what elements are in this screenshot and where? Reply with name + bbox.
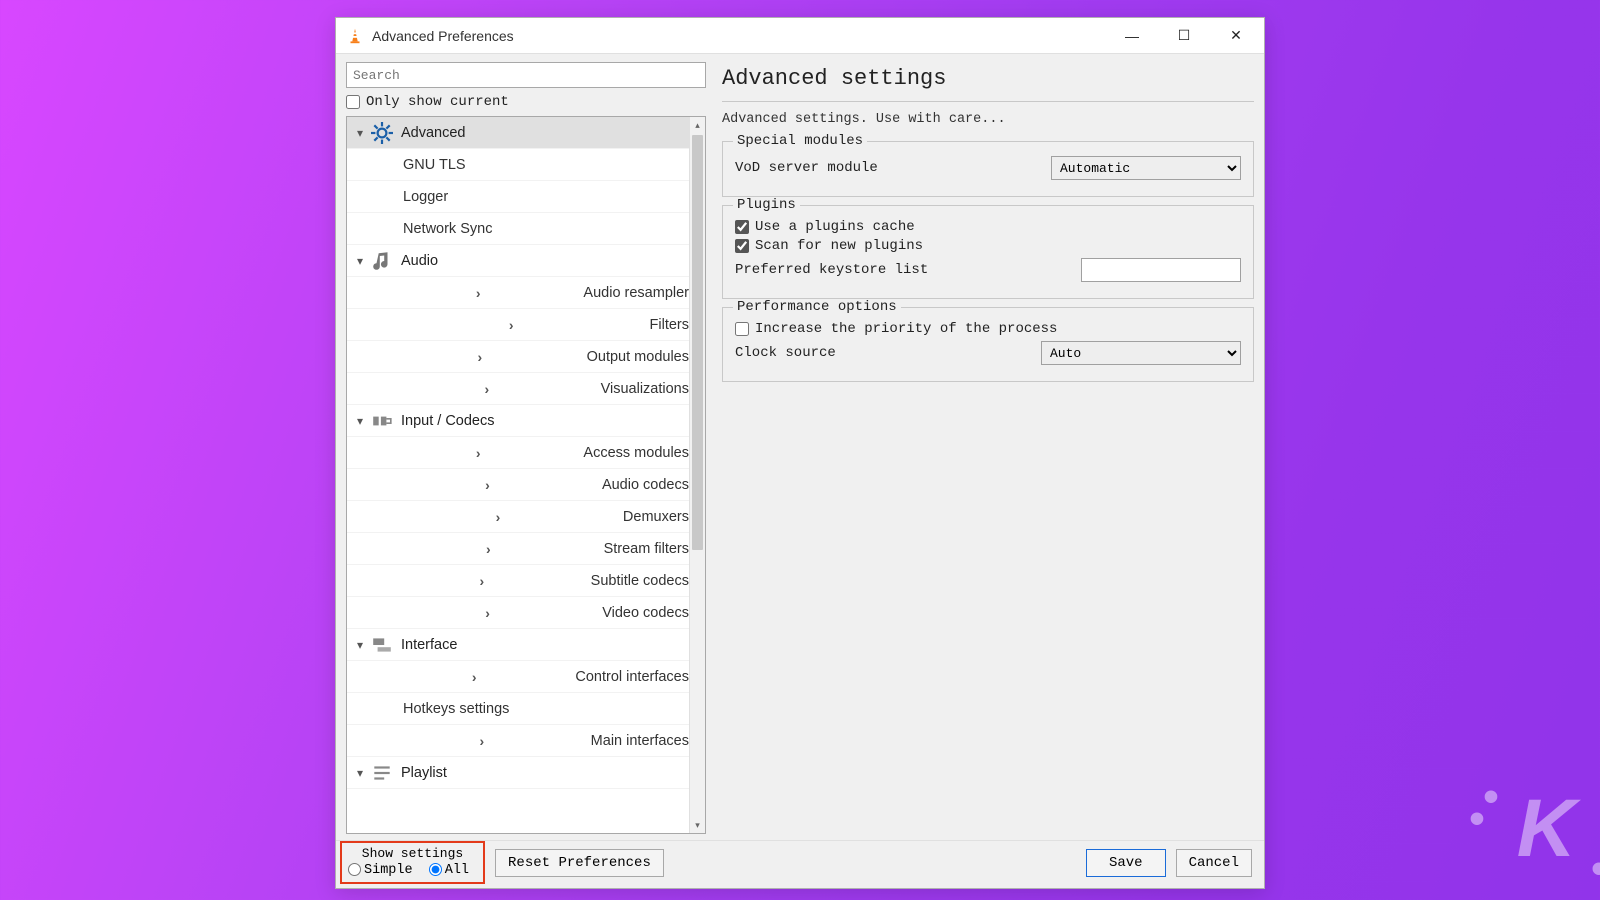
chevron-right-icon [377, 509, 619, 525]
left-panel: Only show current Advanced GNU TLS Logge… [346, 62, 706, 834]
show-settings-legend: Show settings [348, 846, 477, 861]
chevron-down-icon [353, 766, 367, 780]
only-show-current-checkbox[interactable]: Only show current [346, 94, 706, 110]
tree-item-subtitle-codecs[interactable]: Subtitle codecs [347, 565, 689, 597]
chk-plugins-cache[interactable] [735, 220, 749, 234]
group-plugins: Plugins Use a plugins cache Scan for new… [722, 205, 1254, 299]
tree-item-access-modules[interactable]: Access modules [347, 437, 689, 469]
search-input[interactable] [346, 62, 706, 88]
panel-warning: Advanced settings. Use with care... [722, 112, 1254, 127]
titlebar: Advanced Preferences — ☐ ✕ [336, 18, 1264, 54]
window-title: Advanced Preferences [372, 28, 514, 44]
radio-simple[interactable]: Simple [348, 863, 413, 878]
minimize-button[interactable]: — [1106, 19, 1158, 53]
tree-label: Advanced [401, 125, 466, 141]
clock-select[interactable]: Auto [1041, 341, 1241, 365]
tree-item-network-sync[interactable]: Network Sync [347, 213, 689, 245]
chk-scan-plugins-label: Scan for new plugins [755, 238, 923, 254]
tree-item-demuxers[interactable]: Demuxers [347, 501, 689, 533]
vod-label: VoD server module [735, 160, 1051, 176]
keystore-input[interactable] [1081, 258, 1241, 282]
settings-tree: Advanced GNU TLS Logger Network Sync Aud… [346, 116, 706, 834]
tree-item-video-codecs[interactable]: Video codecs [347, 597, 689, 629]
scroll-up-icon[interactable]: ▴ [690, 117, 705, 133]
tree-item-filters-audio[interactable]: Filters [347, 309, 689, 341]
chevron-down-icon [353, 254, 367, 268]
clock-label: Clock source [735, 345, 1041, 361]
scrollbar-thumb[interactable] [692, 135, 703, 550]
group-legend: Plugins [733, 197, 800, 213]
vod-select[interactable]: Automatic [1051, 156, 1241, 180]
playlist-icon [371, 762, 393, 784]
group-legend: Special modules [733, 133, 867, 149]
only-show-current-label: Only show current [366, 94, 509, 110]
tree-cat-input-codecs[interactable]: Input / Codecs [347, 405, 689, 437]
chevron-right-icon [377, 669, 571, 685]
watermark-k: ••K• [1517, 782, 1572, 876]
chevron-right-icon [377, 317, 646, 333]
chevron-right-icon [377, 605, 598, 621]
vlc-cone-icon [346, 27, 364, 45]
tree-cat-advanced[interactable]: Advanced [347, 117, 689, 149]
save-button[interactable]: Save [1086, 849, 1166, 877]
settings-panel: Advanced settings Advanced settings. Use… [722, 62, 1254, 834]
chevron-right-icon [377, 285, 579, 301]
chevron-down-icon [353, 126, 367, 140]
tree-cat-playlist[interactable]: Playlist [347, 757, 689, 789]
tree-item-gnu-tls[interactable]: GNU TLS [347, 149, 689, 181]
tree-cat-interface[interactable]: Interface [347, 629, 689, 661]
window-controls: — ☐ ✕ [1106, 19, 1262, 53]
gear-icon [371, 122, 393, 144]
group-legend: Performance options [733, 299, 901, 315]
keystore-label: Preferred keystore list [735, 262, 1081, 278]
chevron-right-icon [377, 381, 597, 397]
chevron-right-icon [377, 477, 598, 493]
preferences-window: Advanced Preferences — ☐ ✕ Only show cur… [335, 17, 1265, 889]
reset-preferences-button[interactable]: Reset Preferences [495, 849, 664, 877]
chk-plugins-cache-label: Use a plugins cache [755, 219, 915, 235]
tree-item-control-interfaces[interactable]: Control interfaces [347, 661, 689, 693]
panel-title: Advanced settings [722, 62, 1254, 102]
chevron-down-icon [353, 638, 367, 652]
tree-scrollbar[interactable]: ▴ ▾ [689, 117, 705, 833]
group-performance: Performance options Increase the priorit… [722, 307, 1254, 382]
chevron-right-icon [377, 733, 587, 749]
tree-item-output-modules[interactable]: Output modules [347, 341, 689, 373]
chevron-right-icon [377, 541, 600, 557]
show-settings-box: Show settings Simple All [340, 841, 485, 884]
chevron-down-icon [353, 414, 367, 428]
chk-priority-label: Increase the priority of the process [755, 321, 1057, 337]
maximize-button[interactable]: ☐ [1158, 19, 1210, 53]
tree-item-audio-codecs[interactable]: Audio codecs [347, 469, 689, 501]
tree-item-logger[interactable]: Logger [347, 181, 689, 213]
interface-icon [371, 634, 393, 656]
tree-item-hotkeys[interactable]: Hotkeys settings [347, 693, 689, 725]
tree-scroll[interactable]: Advanced GNU TLS Logger Network Sync Aud… [347, 117, 689, 833]
tree-item-main-interfaces[interactable]: Main interfaces [347, 725, 689, 757]
tree-cat-audio[interactable]: Audio [347, 245, 689, 277]
only-show-current-box[interactable] [346, 95, 360, 109]
body: Only show current Advanced GNU TLS Logge… [336, 54, 1264, 840]
tree-item-audio-resampler[interactable]: Audio resampler [347, 277, 689, 309]
tree-item-visualizations[interactable]: Visualizations [347, 373, 689, 405]
radio-all[interactable]: All [429, 863, 469, 878]
chevron-right-icon [377, 445, 579, 461]
scroll-down-icon[interactable]: ▾ [690, 817, 705, 833]
chevron-right-icon [377, 573, 587, 589]
chevron-right-icon [377, 349, 583, 365]
group-special-modules: Special modules VoD server module Automa… [722, 141, 1254, 197]
chk-scan-plugins[interactable] [735, 239, 749, 253]
codec-icon [371, 410, 393, 432]
tree-item-stream-filters[interactable]: Stream filters [347, 533, 689, 565]
close-button[interactable]: ✕ [1210, 19, 1262, 53]
cancel-button[interactable]: Cancel [1176, 849, 1252, 877]
chk-priority[interactable] [735, 322, 749, 336]
audio-note-icon [371, 250, 393, 272]
footer: Show settings Simple All Reset Preferenc… [336, 840, 1264, 888]
